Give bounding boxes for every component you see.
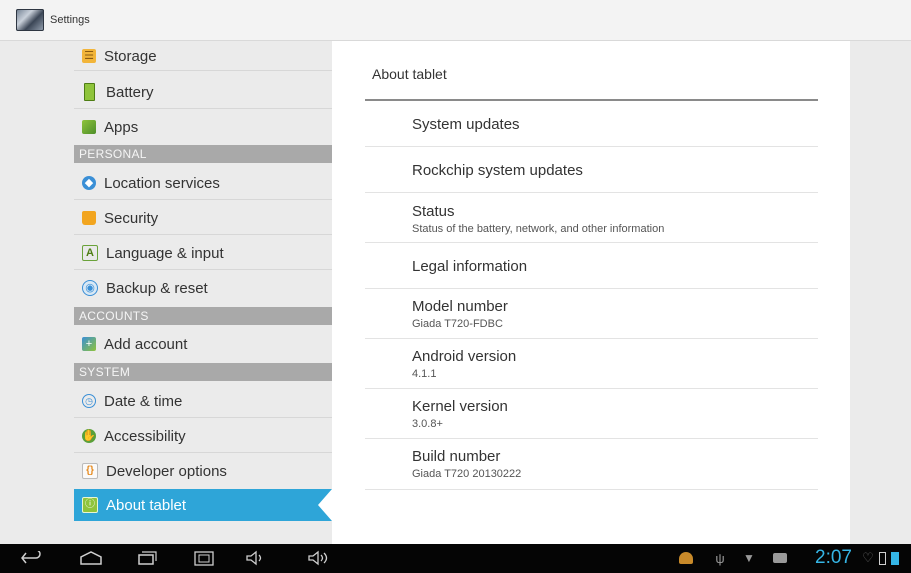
android-robot-icon [679, 552, 693, 564]
add-account-icon: + [82, 337, 96, 351]
wifi-icon: ▼ [743, 551, 755, 565]
pref-summary: Status of the battery, network, and othe… [412, 223, 665, 235]
back-icon [21, 551, 41, 564]
lock-icon [82, 211, 96, 225]
page-title: About tablet [372, 66, 447, 82]
sidebar-item-add-account[interactable]: + Add account [74, 327, 332, 361]
sidebar-item-developer-options[interactable]: {} Developer options [74, 454, 332, 488]
section-header-accounts: ACCOUNTS [74, 307, 332, 325]
pref-system-updates[interactable]: System updates [365, 102, 818, 147]
sidebar-item-apps[interactable]: Apps [74, 110, 332, 144]
sidebar-item-label: Developer options [106, 462, 227, 480]
pref-title: Legal information [412, 258, 528, 275]
signal-strength-icon [889, 549, 901, 567]
sidebar-item-label: Apps [104, 118, 139, 136]
pref-title: Android version [412, 348, 517, 365]
usb-icon: ψ [715, 550, 725, 566]
pref-title: System updates [412, 116, 520, 133]
pref-summary: Giada T720-FDBC [412, 318, 503, 330]
pref-kernel-version: Kernel version 3.0.8+ [365, 390, 818, 439]
screenshot-button[interactable] [192, 549, 216, 567]
backup-icon: ◉ [82, 280, 98, 296]
action-bar: Settings [0, 0, 911, 41]
sidebar-item-security[interactable]: Security [74, 201, 332, 235]
section-header-personal: PERSONAL [74, 145, 332, 163]
pref-title: Status [412, 203, 455, 220]
notification-icon[interactable] [676, 549, 696, 567]
status-clock[interactable]: 2:07 [815, 547, 852, 569]
app-title: Settings [50, 14, 90, 26]
home-icon [80, 551, 102, 565]
sidebar-item-location-services[interactable]: ◆ Location services [74, 166, 332, 200]
clock-icon: ◷ [82, 394, 96, 408]
sidebar-item-label: Battery [106, 83, 154, 101]
pref-model-number: Model number Giada T720-FDBC [365, 290, 818, 339]
sidebar-item-language-input[interactable]: A Language & input [74, 236, 332, 270]
sidebar-item-storage[interactable]: ☰ Storage [74, 41, 332, 71]
battery-status-icon [877, 549, 887, 567]
sidebar-item-about-tablet[interactable]: ⓘ About tablet [74, 489, 332, 521]
storage-icon: ☰ [82, 49, 96, 63]
sd-card-icon [770, 549, 790, 567]
language-icon: A [82, 245, 98, 261]
volume-down-button[interactable] [244, 549, 268, 567]
sidebar-item-backup-reset[interactable]: ◉ Backup & reset [74, 271, 332, 305]
section-header-system: SYSTEM [74, 363, 332, 381]
wifi-signal-icon: ♡ [862, 550, 874, 565]
recent-apps-button[interactable] [135, 549, 159, 567]
back-button[interactable] [18, 549, 44, 567]
sidebar-item-label: Language & input [106, 244, 224, 262]
home-button[interactable] [78, 549, 104, 567]
sidebar-item-label: Accessibility [104, 427, 186, 445]
volume-up-button[interactable] [306, 549, 332, 567]
pref-title: Kernel version [412, 398, 508, 415]
battery-icon [84, 83, 95, 101]
content-margin [850, 41, 911, 544]
pref-summary: Giada T720 20130222 [412, 468, 522, 480]
sidebar-item-label: Storage [104, 47, 157, 65]
pref-title: Rockchip system updates [412, 162, 583, 179]
sidebar-item-battery[interactable]: Battery [74, 75, 332, 109]
system-navigation-bar: ψ ▼ 2:07 ♡ [0, 544, 911, 573]
sidebar-item-label: About tablet [106, 496, 187, 514]
location-icon: ◆ [82, 176, 96, 190]
info-icon: ⓘ [82, 497, 98, 513]
pref-build-number[interactable]: Build number Giada T720 20130222 [365, 440, 818, 490]
pref-legal-information[interactable]: Legal information [365, 244, 818, 289]
pref-rockchip-system-updates[interactable]: Rockchip system updates [365, 148, 818, 193]
apps-icon [82, 120, 96, 134]
pref-summary: 4.1.1 [412, 368, 437, 380]
volume-down-icon [246, 550, 262, 566]
accessibility-icon: ✋ [82, 429, 96, 443]
sidebar-item-label: Location services [104, 174, 220, 192]
pref-status[interactable]: Status Status of the battery, network, a… [365, 194, 818, 243]
sidebar-item-date-time[interactable]: ◷ Date & time [74, 384, 332, 418]
pref-title: Build number [412, 448, 501, 465]
screenshot-icon [194, 551, 214, 566]
sidebar-item-label: Date & time [104, 392, 183, 410]
sidebar-item-label: Backup & reset [106, 279, 208, 297]
pref-android-version[interactable]: Android version 4.1.1 [365, 340, 818, 389]
recent-apps-icon [138, 551, 157, 565]
pref-title: Model number [412, 298, 508, 315]
selection-indicator [318, 489, 332, 521]
sidebar-item-label: Add account [104, 335, 188, 353]
developer-icon: {} [82, 463, 98, 479]
volume-up-icon [308, 550, 328, 566]
settings-app-icon[interactable] [16, 9, 44, 31]
sidebar-item-accessibility[interactable]: ✋ Accessibility [74, 419, 332, 453]
sidebar-item-label: Security [104, 209, 159, 227]
title-divider [365, 99, 818, 101]
pref-summary: 3.0.8+ [412, 418, 443, 430]
